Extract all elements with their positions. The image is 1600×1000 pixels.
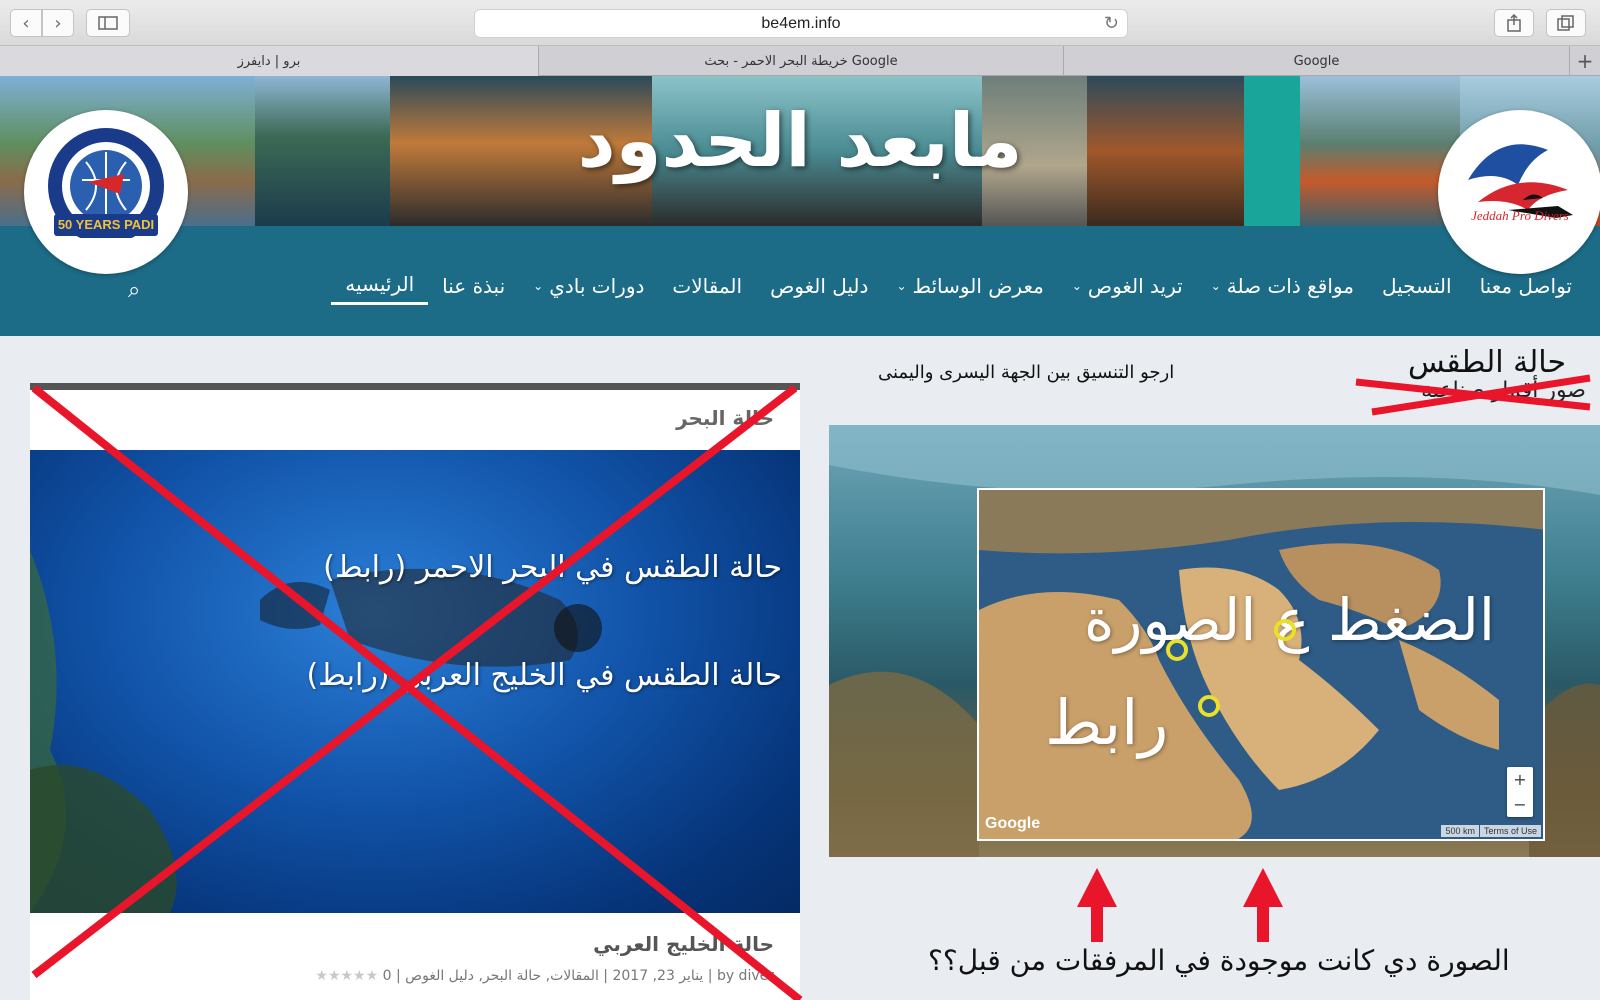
post-meta: by diver | يناير 23, 2017 | المقالات, حا…: [309, 968, 774, 984]
chevron-down-icon: ⌄: [1210, 278, 1221, 293]
nav-item-6[interactable]: تريد الغوص ⌄: [1058, 268, 1197, 304]
nav-item-1[interactable]: نبذة عنا: [428, 268, 519, 304]
tabs-icon: [1557, 15, 1574, 31]
nav-item-0[interactable]: الرئيسيه: [331, 266, 429, 305]
annotation-question: الصورة دي كانت موجودة في المرفقات من قبل…: [928, 944, 1510, 977]
satellite-map-panel[interactable]: الضغط ع الصورة رابط Google + − 500 km Te…: [829, 425, 1600, 857]
nav-item-label: نبذة عنا: [442, 273, 506, 298]
nav-item-label: دليل الغوص: [770, 273, 869, 298]
chevron-down-icon: ⌄: [896, 278, 907, 293]
tab-label: Google: [1293, 53, 1340, 69]
nav-item-label: مواقع ذات صلة: [1226, 273, 1354, 298]
tab-label: برو | دايفرز: [237, 53, 301, 69]
chevron-left-icon: ‹: [22, 12, 30, 34]
plus-icon: +: [1576, 48, 1594, 73]
reload-icon[interactable]: ↻: [1104, 13, 1119, 34]
google-map[interactable]: الضغط ع الصورة رابط Google + − 500 km Te…: [977, 488, 1545, 841]
google-logo: Google: [985, 815, 1041, 832]
nav-item-label: الرئيسيه: [345, 272, 415, 296]
arrow-up-icon: [1243, 868, 1283, 942]
tab-label: خريطة البحر الاحمر - بحث Google: [704, 53, 898, 69]
share-icon: [1507, 14, 1521, 32]
nav-item-2[interactable]: دورات بادي ⌄: [519, 268, 658, 304]
browser-toolbar: ‹ › be4em.info ↻: [0, 0, 1600, 46]
weather-heading: حالة الطقس: [1408, 345, 1566, 380]
sea-status-card: حالة البحر حالة الطقس في البحر الاحمر (ر…: [30, 383, 800, 1000]
main-navigation: الرئيسيه نبذة عنا دورات بادي ⌄ المقالات دليل …: [0, 226, 1600, 336]
sidebar-icon: [98, 16, 118, 30]
arabian-gulf-weather-link[interactable]: حالة الطقس في الخليج العربي (رابط): [306, 658, 782, 693]
site-title[interactable]: مابعد الحدود: [0, 98, 1600, 184]
map-scale: 500 km: [1441, 825, 1479, 837]
red-sea-weather-link[interactable]: حالة الطقس في البحر الاحمر (رابط): [323, 550, 782, 585]
weather-subtitle: صور أقمار صناعية: [1421, 378, 1586, 403]
chevron-down-icon: ⌄: [533, 278, 544, 293]
card-title: حالة البحر: [676, 406, 774, 430]
nav-item-3[interactable]: المقالات: [658, 268, 756, 304]
map-zoom-control: + −: [1507, 767, 1533, 817]
nav-item-label: تواصل معنا: [1479, 273, 1572, 298]
nav-menu: الرئيسيه نبذة عنا دورات بادي ⌄ المقالات دليل …: [331, 266, 1586, 305]
map-markers: [1166, 619, 1296, 717]
address-bar[interactable]: be4em.info ↻: [474, 9, 1128, 38]
nav-item-4[interactable]: دليل الغوص: [756, 268, 882, 304]
forward-button[interactable]: ›: [42, 9, 74, 37]
chevron-right-icon: ›: [54, 12, 62, 34]
arrow-up-icon: [1077, 868, 1117, 942]
tab-google-search[interactable]: خريطة البحر الاحمر - بحث Google: [539, 46, 1064, 76]
tab-divers[interactable]: برو | دايفرز: [0, 46, 539, 76]
tab-google[interactable]: Google: [1064, 46, 1570, 76]
nav-item-label: دورات بادي: [549, 273, 645, 298]
header-banner: مابعد الحدود: [0, 76, 1600, 226]
tabs-overview-button[interactable]: [1546, 9, 1586, 37]
search-icon[interactable]: ⌕: [128, 278, 140, 303]
nav-item-label: التسجيل: [1381, 273, 1452, 298]
jeddah-pro-divers-logo[interactable]: Jeddah Pro Divers: [1438, 110, 1600, 274]
coordination-note: ارجو التنسيق بين الجهة اليسرى واليمنى: [878, 362, 1175, 383]
diver-image[interactable]: حالة الطقس في البحر الاحمر (رابط) حالة ا…: [30, 450, 800, 913]
tab-bar: برو | دايفرز خريطة البحر الاحمر - بحث Go…: [0, 46, 1600, 76]
url-text: be4em.info: [761, 14, 841, 32]
chevron-down-icon: ⌄: [1071, 278, 1082, 293]
map-terms-link[interactable]: Terms of Use: [1479, 825, 1541, 837]
sidebar-toggle-button[interactable]: [86, 9, 130, 37]
nav-item-label: المقالات: [672, 273, 743, 298]
post-title[interactable]: حالة الخليج العربي: [593, 932, 774, 956]
nav-item-label: معرض الوسائط: [912, 273, 1044, 298]
new-tab-button[interactable]: +: [1570, 46, 1600, 75]
nav-item-5[interactable]: معرض الوسائط ⌄: [882, 268, 1057, 304]
padi-logo[interactable]: 50 YEARS PADI: [24, 110, 188, 274]
nav-item-7[interactable]: مواقع ذات صلة ⌄: [1197, 268, 1368, 304]
post-meta-text: by diver | يناير 23, 2017 | المقالات, حا…: [382, 968, 774, 984]
back-button[interactable]: ‹: [10, 9, 42, 37]
share-button[interactable]: [1494, 9, 1534, 37]
zoom-in-button[interactable]: +: [1507, 767, 1533, 792]
zoom-out-button[interactable]: −: [1507, 792, 1533, 817]
nav-item-label: تريد الغوص: [1087, 273, 1183, 298]
jeddah-logo-text: Jeddah Pro Divers: [1471, 208, 1569, 223]
rating-stars[interactable]: ★★★★★: [315, 968, 378, 984]
padi-years-text: 50 YEARS PADI: [57, 217, 155, 232]
